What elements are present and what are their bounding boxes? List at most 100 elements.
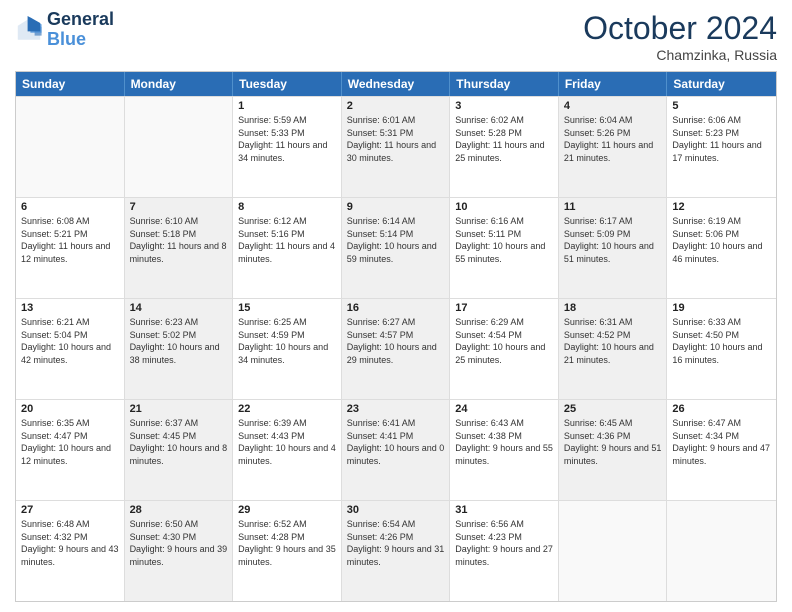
day-number: 11 (564, 201, 662, 213)
sunrise-text: Sunrise: 6:04 AM (564, 114, 662, 127)
day-number: 9 (347, 201, 445, 213)
week-row-5: 27Sunrise: 6:48 AMSunset: 4:32 PMDayligh… (16, 500, 776, 601)
cal-cell: 9Sunrise: 6:14 AMSunset: 5:14 PMDaylight… (342, 198, 451, 298)
cal-cell: 28Sunrise: 6:50 AMSunset: 4:30 PMDayligh… (125, 501, 234, 601)
sunrise-text: Sunrise: 6:41 AM (347, 417, 445, 430)
day-number: 24 (455, 403, 553, 415)
sunset-text: Sunset: 5:02 PM (130, 329, 228, 342)
daylight-text: Daylight: 9 hours and 31 minutes. (347, 543, 445, 568)
daylight-text: Daylight: 11 hours and 4 minutes. (238, 240, 336, 265)
sunrise-text: Sunrise: 6:06 AM (672, 114, 771, 127)
day-number: 27 (21, 504, 119, 516)
sunrise-text: Sunrise: 6:14 AM (347, 215, 445, 228)
daylight-text: Daylight: 9 hours and 35 minutes. (238, 543, 336, 568)
sunset-text: Sunset: 4:28 PM (238, 531, 336, 544)
cal-cell: 16Sunrise: 6:27 AMSunset: 4:57 PMDayligh… (342, 299, 451, 399)
day-number: 16 (347, 302, 445, 314)
cal-cell: 5Sunrise: 6:06 AMSunset: 5:23 PMDaylight… (667, 97, 776, 197)
day-number: 14 (130, 302, 228, 314)
day-number: 13 (21, 302, 119, 314)
day-number: 26 (672, 403, 771, 415)
day-number: 6 (21, 201, 119, 213)
cal-cell: 14Sunrise: 6:23 AMSunset: 5:02 PMDayligh… (125, 299, 234, 399)
sunrise-text: Sunrise: 6:19 AM (672, 215, 771, 228)
day-number: 7 (130, 201, 228, 213)
sunrise-text: Sunrise: 6:48 AM (21, 518, 119, 531)
sunrise-text: Sunrise: 6:50 AM (130, 518, 228, 531)
day-number: 20 (21, 403, 119, 415)
sunset-text: Sunset: 4:23 PM (455, 531, 553, 544)
day-number: 5 (672, 100, 771, 112)
calendar: SundayMondayTuesdayWednesdayThursdayFrid… (15, 71, 777, 602)
sunset-text: Sunset: 4:26 PM (347, 531, 445, 544)
daylight-text: Daylight: 10 hours and 59 minutes. (347, 240, 445, 265)
week-row-2: 6Sunrise: 6:08 AMSunset: 5:21 PMDaylight… (16, 197, 776, 298)
cal-cell (125, 97, 234, 197)
daylight-text: Daylight: 11 hours and 17 minutes. (672, 139, 771, 164)
sunrise-text: Sunrise: 6:10 AM (130, 215, 228, 228)
cal-cell (667, 501, 776, 601)
cal-cell: 2Sunrise: 6:01 AMSunset: 5:31 PMDaylight… (342, 97, 451, 197)
sunset-text: Sunset: 4:38 PM (455, 430, 553, 443)
daylight-text: Daylight: 9 hours and 43 minutes. (21, 543, 119, 568)
daylight-text: Daylight: 11 hours and 30 minutes. (347, 139, 445, 164)
cal-cell: 12Sunrise: 6:19 AMSunset: 5:06 PMDayligh… (667, 198, 776, 298)
sunset-text: Sunset: 4:59 PM (238, 329, 336, 342)
day-number: 4 (564, 100, 662, 112)
header-day-tuesday: Tuesday (233, 72, 342, 96)
daylight-text: Daylight: 11 hours and 8 minutes. (130, 240, 228, 265)
title-block: October 2024 Chamzinka, Russia (583, 10, 777, 63)
sunset-text: Sunset: 4:30 PM (130, 531, 228, 544)
sunrise-text: Sunrise: 6:08 AM (21, 215, 119, 228)
daylight-text: Daylight: 9 hours and 55 minutes. (455, 442, 553, 467)
sunrise-text: Sunrise: 6:12 AM (238, 215, 336, 228)
sunset-text: Sunset: 4:50 PM (672, 329, 771, 342)
sunrise-text: Sunrise: 6:47 AM (672, 417, 771, 430)
sunrise-text: Sunrise: 6:21 AM (21, 316, 119, 329)
day-number: 12 (672, 201, 771, 213)
daylight-text: Daylight: 10 hours and 21 minutes. (564, 341, 662, 366)
cal-cell: 8Sunrise: 6:12 AMSunset: 5:16 PMDaylight… (233, 198, 342, 298)
cal-cell: 25Sunrise: 6:45 AMSunset: 4:36 PMDayligh… (559, 400, 668, 500)
sunset-text: Sunset: 5:04 PM (21, 329, 119, 342)
daylight-text: Daylight: 10 hours and 16 minutes. (672, 341, 771, 366)
cal-cell: 22Sunrise: 6:39 AMSunset: 4:43 PMDayligh… (233, 400, 342, 500)
sunset-text: Sunset: 4:34 PM (672, 430, 771, 443)
sunrise-text: Sunrise: 6:25 AM (238, 316, 336, 329)
header: General Blue October 2024 Chamzinka, Rus… (15, 10, 777, 63)
cal-cell: 19Sunrise: 6:33 AMSunset: 4:50 PMDayligh… (667, 299, 776, 399)
daylight-text: Daylight: 9 hours and 39 minutes. (130, 543, 228, 568)
daylight-text: Daylight: 10 hours and 29 minutes. (347, 341, 445, 366)
daylight-text: Daylight: 10 hours and 55 minutes. (455, 240, 553, 265)
header-day-saturday: Saturday (667, 72, 776, 96)
sunrise-text: Sunrise: 6:35 AM (21, 417, 119, 430)
sunrise-text: Sunrise: 6:52 AM (238, 518, 336, 531)
cal-cell: 10Sunrise: 6:16 AMSunset: 5:11 PMDayligh… (450, 198, 559, 298)
cal-cell: 24Sunrise: 6:43 AMSunset: 4:38 PMDayligh… (450, 400, 559, 500)
cal-cell: 15Sunrise: 6:25 AMSunset: 4:59 PMDayligh… (233, 299, 342, 399)
calendar-body: 1Sunrise: 5:59 AMSunset: 5:33 PMDaylight… (16, 96, 776, 601)
cal-cell: 1Sunrise: 5:59 AMSunset: 5:33 PMDaylight… (233, 97, 342, 197)
sunset-text: Sunset: 4:43 PM (238, 430, 336, 443)
day-number: 3 (455, 100, 553, 112)
sunrise-text: Sunrise: 6:37 AM (130, 417, 228, 430)
sunrise-text: Sunrise: 6:56 AM (455, 518, 553, 531)
sunset-text: Sunset: 4:54 PM (455, 329, 553, 342)
sunrise-text: Sunrise: 6:29 AM (455, 316, 553, 329)
sunset-text: Sunset: 4:32 PM (21, 531, 119, 544)
day-number: 21 (130, 403, 228, 415)
logo-icon (15, 16, 43, 44)
header-day-monday: Monday (125, 72, 234, 96)
day-number: 30 (347, 504, 445, 516)
daylight-text: Daylight: 11 hours and 12 minutes. (21, 240, 119, 265)
cal-cell: 30Sunrise: 6:54 AMSunset: 4:26 PMDayligh… (342, 501, 451, 601)
daylight-text: Daylight: 10 hours and 42 minutes. (21, 341, 119, 366)
sunset-text: Sunset: 4:57 PM (347, 329, 445, 342)
sunrise-text: Sunrise: 6:23 AM (130, 316, 228, 329)
header-day-friday: Friday (559, 72, 668, 96)
week-row-4: 20Sunrise: 6:35 AMSunset: 4:47 PMDayligh… (16, 399, 776, 500)
cal-cell: 20Sunrise: 6:35 AMSunset: 4:47 PMDayligh… (16, 400, 125, 500)
header-day-wednesday: Wednesday (342, 72, 451, 96)
sunset-text: Sunset: 5:26 PM (564, 127, 662, 140)
sunset-text: Sunset: 5:18 PM (130, 228, 228, 241)
